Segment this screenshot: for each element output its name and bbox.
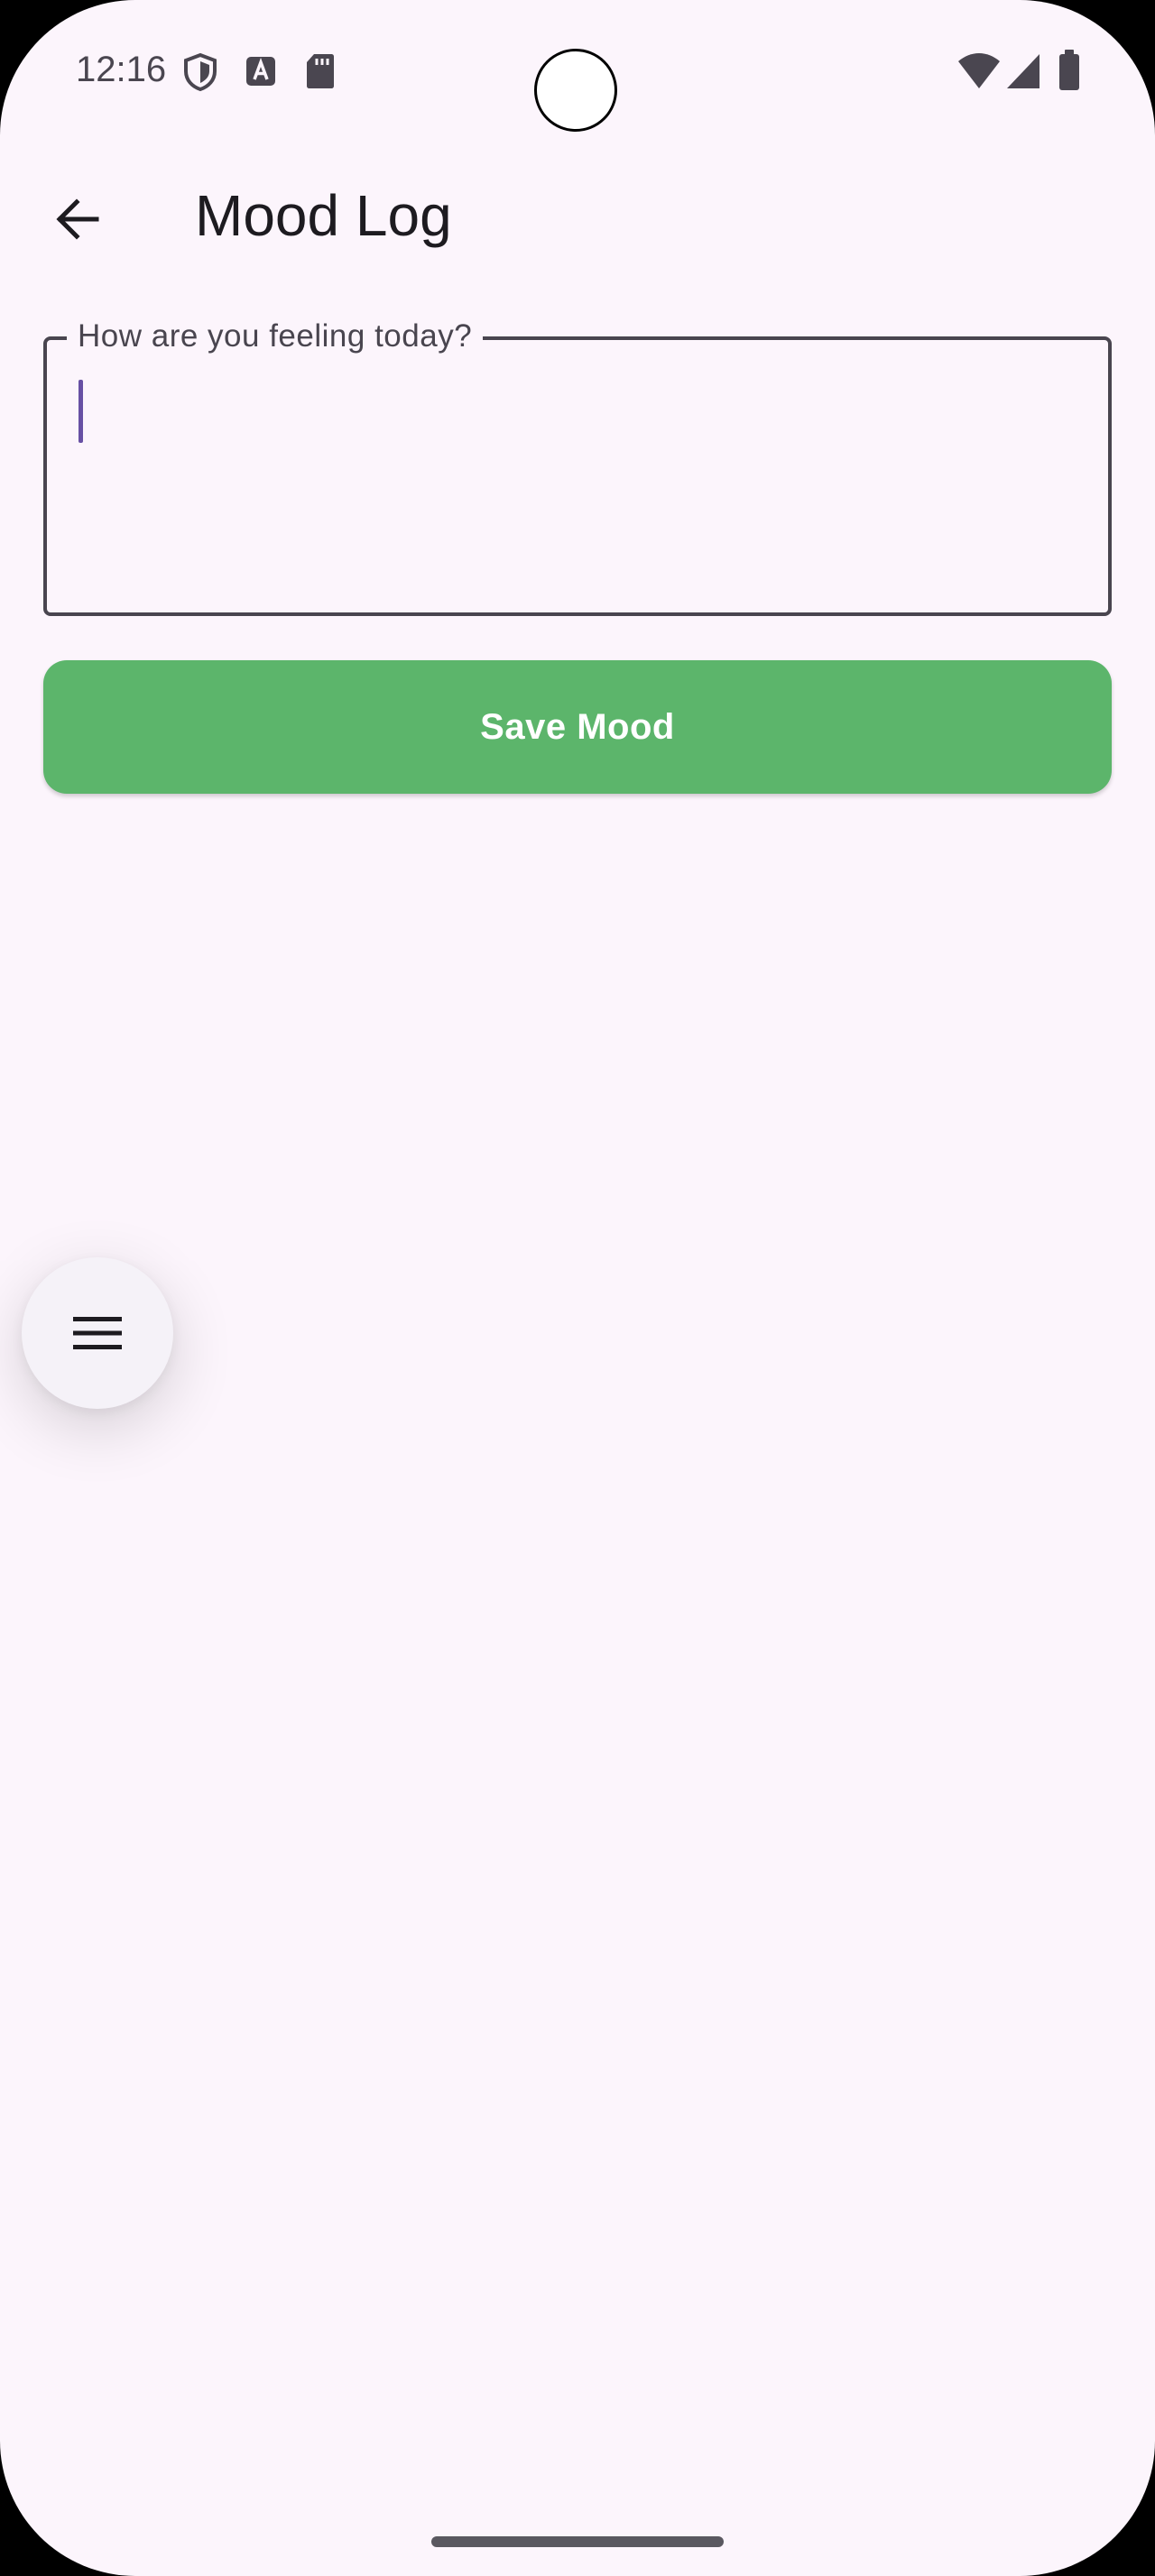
mood-input[interactable] [47, 340, 1108, 612]
menu-icon [73, 1317, 122, 1349]
shield-icon [184, 52, 217, 92]
save-mood-button-label: Save Mood [480, 706, 675, 747]
text-app-icon [246, 57, 275, 86]
menu-fab-button[interactable] [22, 1257, 173, 1409]
wifi-icon [958, 53, 1000, 88]
save-mood-button[interactable]: Save Mood [43, 660, 1112, 794]
app-bar: Mood Log [0, 153, 1155, 280]
cell-signal-icon [1007, 54, 1040, 88]
sd-card-icon [307, 54, 334, 88]
phone-screen: 12:16 Mood Log How are you feeling today… [0, 0, 1155, 2576]
page-title: Mood Log [195, 183, 452, 248]
battery-icon [1059, 50, 1079, 90]
text-caret [79, 380, 83, 443]
status-time: 12:16 [76, 50, 167, 89]
back-button[interactable] [36, 179, 117, 260]
camera-cutout [534, 49, 617, 132]
gesture-nav-bar[interactable] [431, 2536, 724, 2547]
mood-text-field[interactable]: How are you feeling today? [43, 315, 1112, 616]
arrow-back-icon [56, 198, 99, 240]
